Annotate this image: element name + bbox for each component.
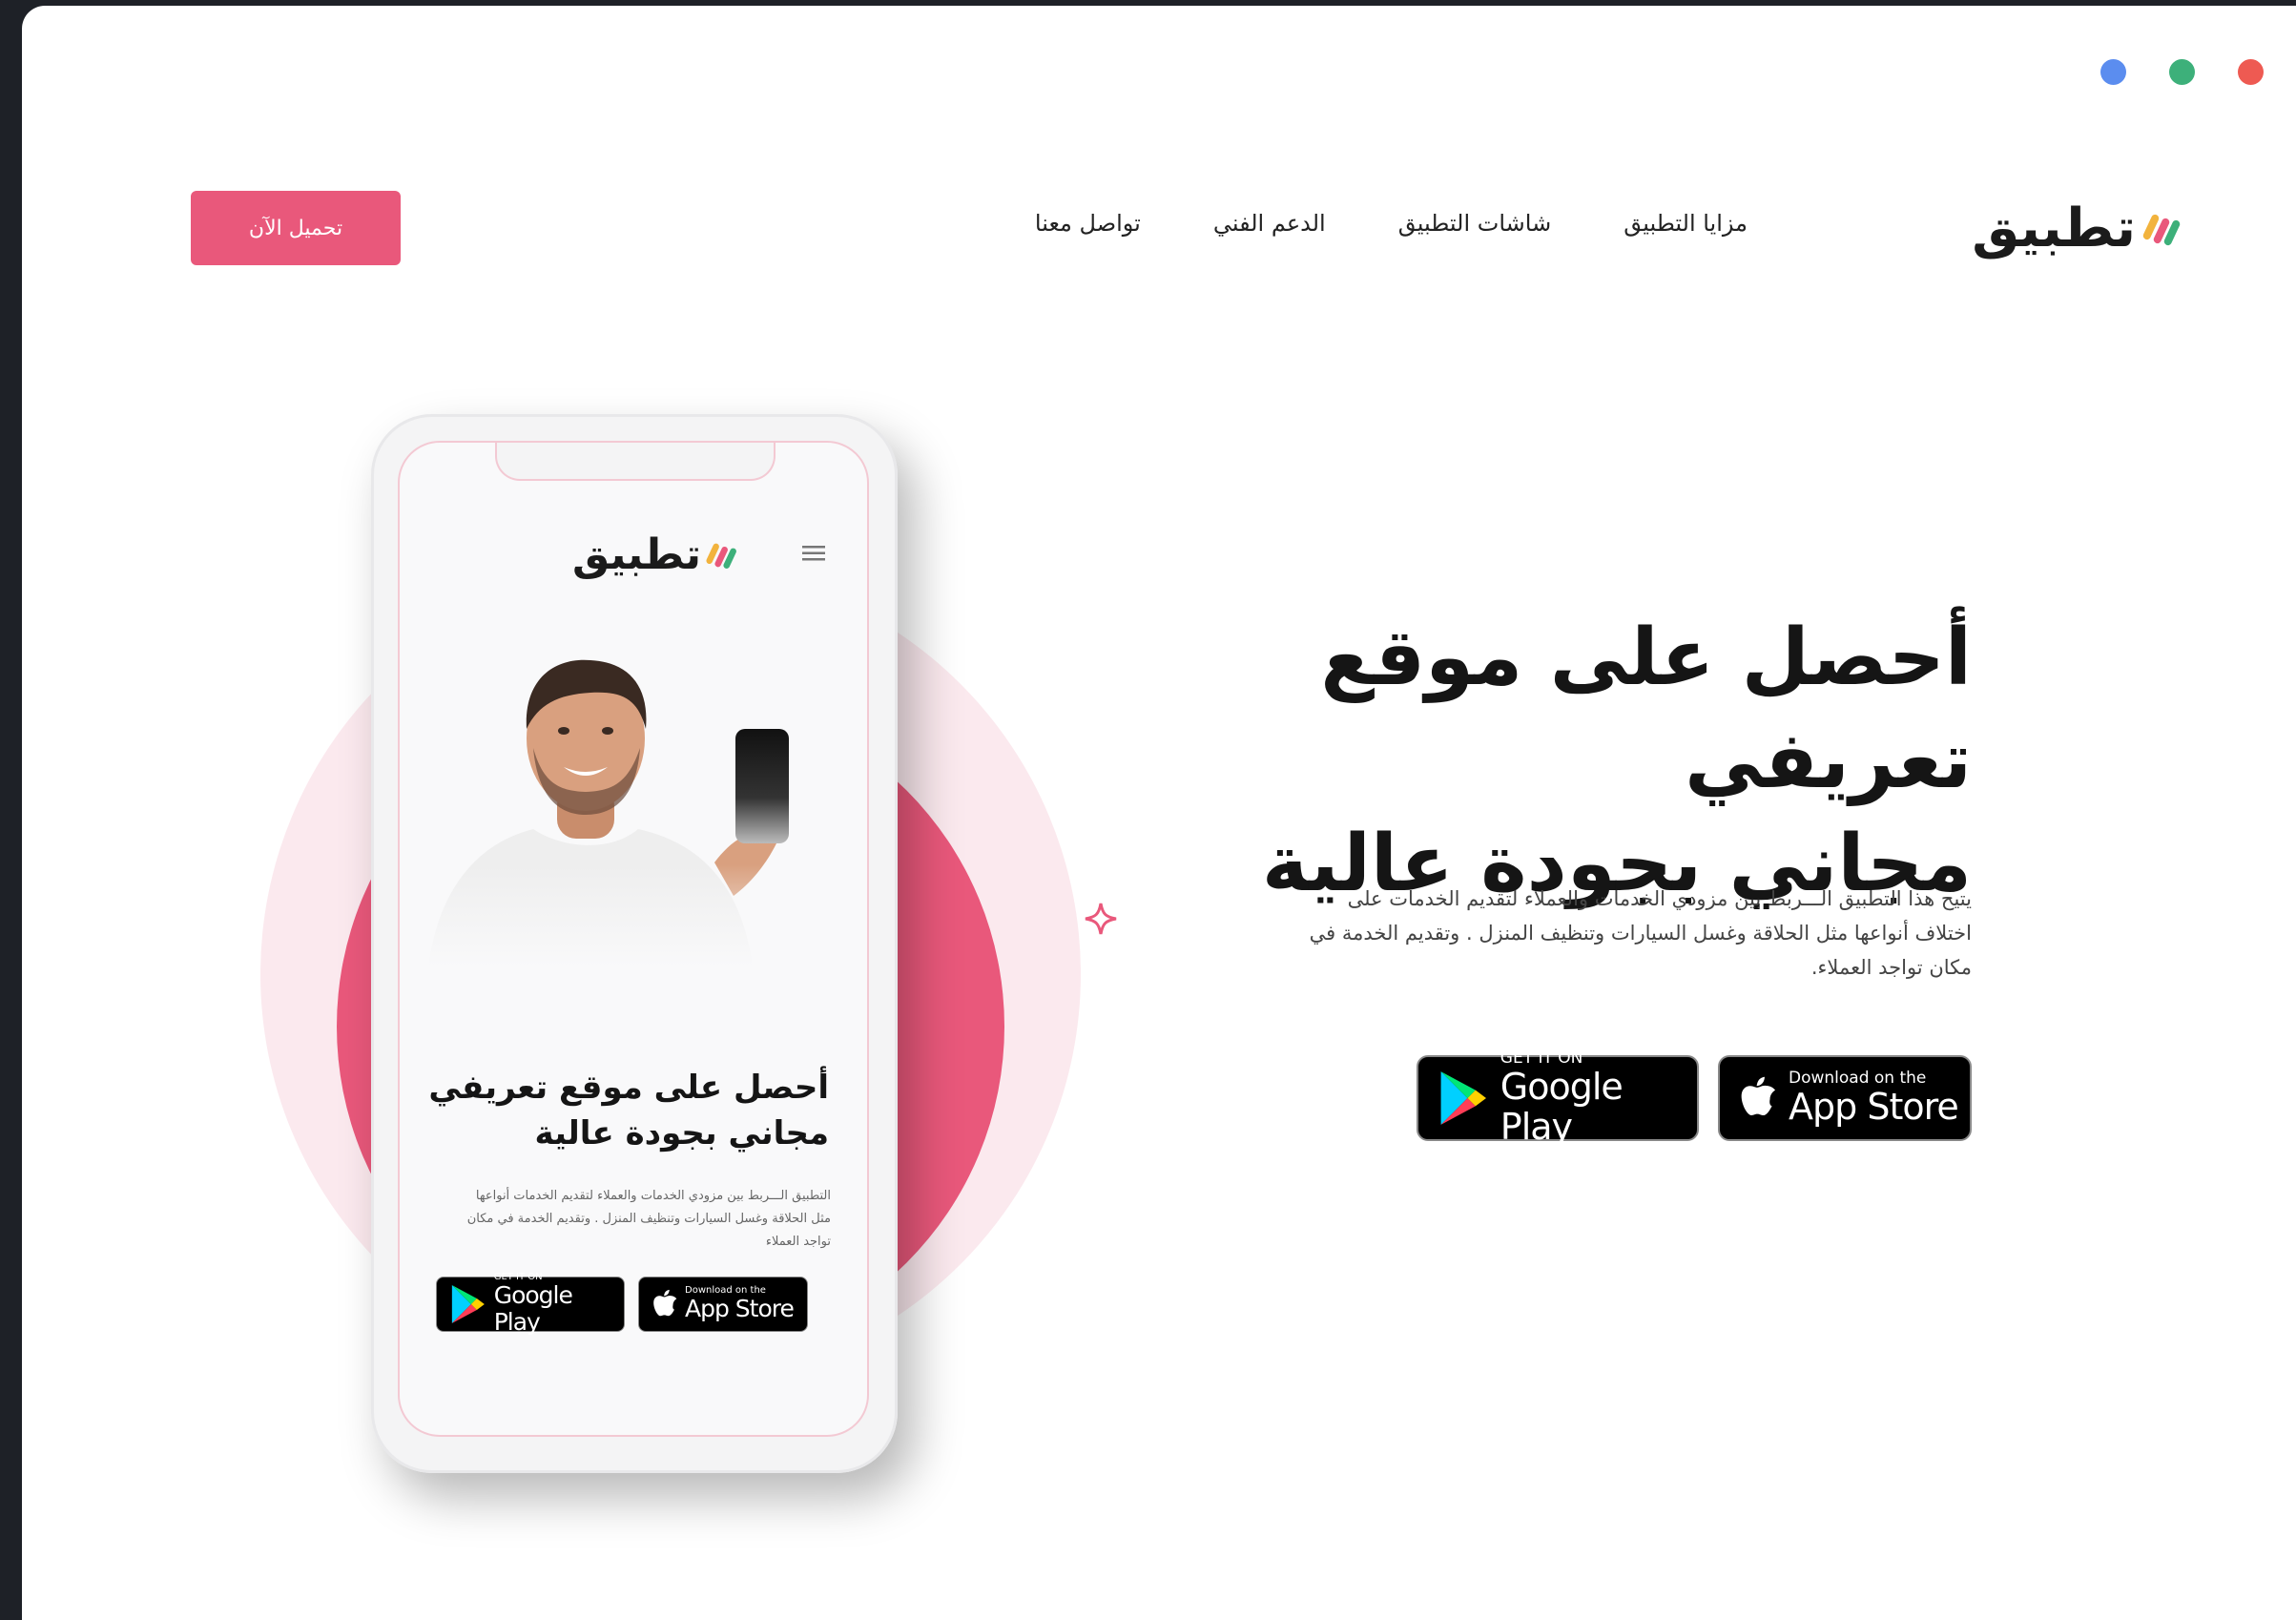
phone-store-buttons: GET IT ON Google Play Download on the Ap… xyxy=(436,1273,808,1336)
apple-big-text: App Store xyxy=(1789,1086,1959,1128)
download-now-button[interactable]: تحميل الآن xyxy=(191,191,401,265)
browser-frame: تطبيق مزايا التطبيق شاشات التطبيق الدعم … xyxy=(22,6,2296,1620)
nav-item-features[interactable]: مزايا التطبيق xyxy=(1624,210,1748,237)
store-buttons: GET IT ON Google Play Download on the Ap… xyxy=(1417,1049,1972,1147)
google-small-text: GET IT ON xyxy=(1500,1049,1583,1068)
phone-hero-title-line1: أحصل على موقع تعريفي xyxy=(428,1069,829,1107)
app-store-button[interactable]: Download on the App Store xyxy=(1718,1055,1972,1141)
phone-hero-title: أحصل على موقع تعريفي مجاني بجودة عالية xyxy=(428,1065,829,1156)
hero-title: أحصل على موقع تعريفي مجاني بجودة عالية xyxy=(1113,607,1972,916)
window-controls xyxy=(2100,59,2264,85)
google-play-icon xyxy=(451,1285,485,1323)
phone-hero-title-line2: مجاني بجودة عالية xyxy=(534,1114,829,1153)
site-logo[interactable]: تطبيق xyxy=(1972,202,2183,256)
nav-item-screens[interactable]: شاشات التطبيق xyxy=(1398,210,1551,237)
hero-title-line1: أحصل على موقع تعريفي xyxy=(1320,613,1972,806)
phone-apple-big-text: App Store xyxy=(685,1295,795,1322)
person-holding-phone-image xyxy=(400,624,867,967)
google-big-text: Google Play xyxy=(1500,1066,1624,1148)
nav-item-contact[interactable]: تواصل معنا xyxy=(1035,210,1141,237)
phone-screen: تطبيق أحصل على موقع تعريفي مجاني بجودة ع… xyxy=(398,441,869,1437)
google-play-icon xyxy=(1440,1071,1487,1125)
main-nav: مزايا التطبيق شاشات التطبيق الدعم الفني … xyxy=(1035,210,1748,237)
logo-text: تطبيق xyxy=(1972,197,2136,260)
phone-google-play-button[interactable]: GET IT ON Google Play xyxy=(436,1273,625,1336)
apple-icon xyxy=(653,1289,677,1317)
window-dot-green[interactable] xyxy=(2169,59,2195,85)
hamburger-menu-icon[interactable] xyxy=(802,544,825,563)
phone-mockup: تطبيق أحصل على موقع تعريفي مجاني بجودة ع… xyxy=(371,414,898,1473)
nav-item-support[interactable]: الدعم الفني xyxy=(1213,210,1326,237)
apple-icon xyxy=(1741,1076,1776,1116)
phone-hero-description: التطبيق الـــربط بين مزودي الخدمات والعم… xyxy=(466,1189,831,1249)
phone-google-big-text: Google Play xyxy=(493,1281,573,1336)
google-play-button[interactable]: GET IT ON Google Play xyxy=(1417,1049,1699,1147)
logo-mark-icon xyxy=(706,543,736,569)
hero-description: يتيح هذا التطبيق الـــربط بين مزودي الخد… xyxy=(1309,887,1972,979)
phone-app-store-button[interactable]: Download on the App Store xyxy=(638,1277,808,1332)
phone-notch xyxy=(495,443,776,481)
logo-mark-icon xyxy=(2142,214,2181,246)
window-dot-blue[interactable] xyxy=(2100,59,2126,85)
phone-logo: تطبيق xyxy=(572,534,739,576)
phone-logo-text: تطبيق xyxy=(572,530,701,579)
apple-small-text: Download on the xyxy=(1789,1069,1927,1088)
window-dot-red[interactable] xyxy=(2238,59,2264,85)
